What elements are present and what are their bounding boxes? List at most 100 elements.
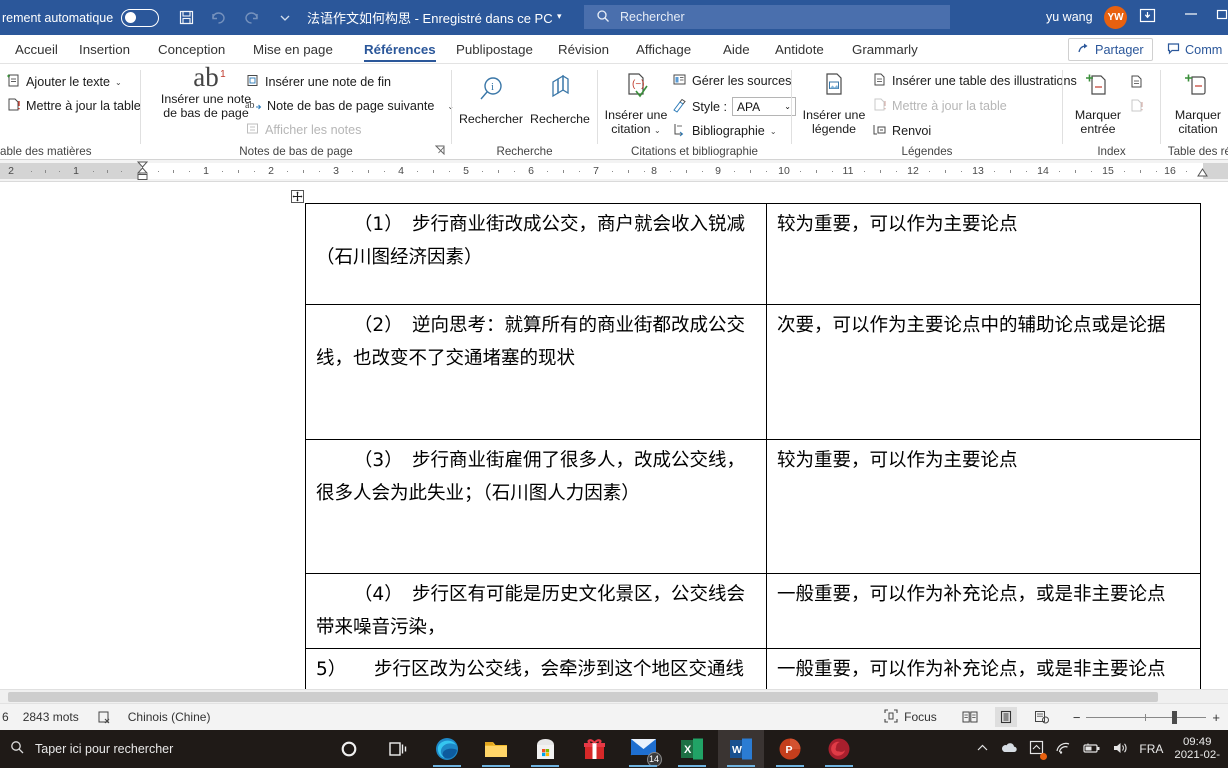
horizontal-scrollbar-thumb[interactable] xyxy=(8,692,1158,702)
tab-antidote[interactable]: Antidote xyxy=(768,35,831,64)
mark-entry-button[interactable]: Marquer entrée xyxy=(1069,72,1127,136)
page-indicator[interactable]: 6 xyxy=(2,710,9,724)
autosave-toggle[interactable] xyxy=(121,8,160,27)
table-cell-right[interactable]: 一般重要，可以作为补充论点，或是非主要论点 xyxy=(766,648,1201,689)
insert-citation-button[interactable]: (−) Insérer une citation ⌄ xyxy=(600,72,672,138)
document-page[interactable]: （1） 步行商业街改成公交，商户就会收入锐减（石川图经济因素） 较为重要，可以作… xyxy=(0,182,1228,689)
zoom-out-button[interactable]: − xyxy=(1073,710,1081,725)
update-index-button[interactable] xyxy=(1129,98,1144,116)
smart-lookup-button[interactable]: i Rechercher xyxy=(456,74,526,126)
table-row[interactable]: （2） 逆向思考：就算所有的商业街都改成公交线，也改变不了交通堵塞的现状 次要，… xyxy=(305,304,1201,440)
table-row[interactable]: （4） 步行区有可能是历史文化景区，公交线会带来噪音污染， 一般重要，可以作为补… xyxy=(305,573,1201,649)
cross-reference-button[interactable]: Renvoi xyxy=(872,122,931,140)
tab-grammarly[interactable]: Grammarly xyxy=(845,35,925,64)
battery-icon[interactable] xyxy=(1082,742,1101,757)
minimize-icon[interactable] xyxy=(1184,8,1198,23)
chevron-down-icon[interactable]: ⌄ xyxy=(654,126,661,135)
table-cell-right[interactable]: 较为重要，可以作为主要论点 xyxy=(766,439,1201,574)
restore-icon[interactable] xyxy=(1216,8,1228,23)
chevron-down-icon[interactable]: ⌄ xyxy=(115,78,122,87)
mail-icon[interactable]: 14 xyxy=(620,730,666,768)
table-move-handle-icon[interactable] xyxy=(291,190,304,203)
tab-mise-en-page[interactable]: Mise en page xyxy=(246,35,340,64)
insert-citation-label-2[interactable]: citation ⌄ xyxy=(611,122,660,138)
table-of-figures-button[interactable]: Insérer une table des illustrations xyxy=(872,72,1077,90)
footnotes-dialog-launcher[interactable] xyxy=(434,145,445,158)
avatar[interactable]: YW xyxy=(1104,6,1127,29)
table-cell-left[interactable]: （2） 逆向思考：就算所有的商业街都改成公交线，也改变不了交通堵塞的现状 xyxy=(305,304,767,440)
proofing-errors-icon[interactable] xyxy=(97,710,112,725)
ruler[interactable]: 2 1 1 2 3 4 5 6 7 8 9 10 11 12 13 14 15 … xyxy=(0,160,1228,182)
onedrive-icon[interactable] xyxy=(1000,742,1018,757)
save-icon[interactable] xyxy=(175,7,197,29)
read-mode-icon[interactable] xyxy=(959,707,981,727)
table-cell-left[interactable]: （1） 步行商业街改成公交，商户就会收入锐减（石川图经济因素） xyxy=(305,203,767,305)
antidote-icon[interactable] xyxy=(816,730,862,768)
share-button[interactable]: Partager xyxy=(1068,38,1153,61)
web-layout-icon[interactable] xyxy=(1031,707,1053,727)
show-hidden-icons-icon[interactable] xyxy=(976,742,989,756)
update-figures-table-button[interactable]: Mettre à jour la table xyxy=(872,97,1007,115)
next-footnote-button[interactable]: ab Note de bas de page suivante ⌄ xyxy=(245,97,454,115)
update-toc-button[interactable]: Mettre à jour la table xyxy=(6,97,141,115)
input-language-indicator[interactable]: FRA xyxy=(1139,742,1163,756)
focus-button[interactable]: Focus xyxy=(884,708,937,726)
table-cell-left[interactable]: （3） 步行商业街雇佣了很多人，改成公交线，很多人会为此失业；（石川图人力因素） xyxy=(305,439,767,574)
edge-icon[interactable] xyxy=(424,730,470,768)
ribbon-display-options-icon[interactable] xyxy=(1139,8,1156,26)
mark-citation-button[interactable]: Marquer citation xyxy=(1167,72,1228,136)
tab-insertion[interactable]: Insertion xyxy=(72,35,137,64)
tab-aide[interactable]: Aide xyxy=(716,35,757,64)
document-table[interactable]: （1） 步行商业街改成公交，商户就会收入锐减（石川图经济因素） 较为重要，可以作… xyxy=(305,203,1201,689)
notification-action-icon[interactable] xyxy=(1029,740,1048,760)
manage-sources-button[interactable]: Gérer les sources xyxy=(672,72,791,90)
chevron-down-icon[interactable]: ⌄ xyxy=(770,127,777,136)
insert-footnote-button[interactable]: ab 1 Insérer une note de bas de page xyxy=(156,64,256,121)
tab-publipostage[interactable]: Publipostage xyxy=(449,35,540,64)
zoom-in-button[interactable]: + xyxy=(1212,710,1220,725)
language-indicator[interactable]: Chinois (Chine) xyxy=(128,710,211,724)
table-cell-left[interactable]: （4） 步行区有可能是历史文化景区，公交线会带来噪音污染， xyxy=(305,573,767,649)
cortana-icon[interactable] xyxy=(326,730,372,768)
zoom-slider[interactable] xyxy=(1086,710,1207,724)
table-row[interactable]: （3） 步行商业街雇佣了很多人，改成公交线，很多人会为此失业；（石川图人力因素）… xyxy=(305,439,1201,574)
clock[interactable]: 09:49 2021-02- xyxy=(1174,736,1220,762)
powerpoint-icon[interactable]: P xyxy=(767,730,813,768)
task-view-icon[interactable] xyxy=(375,730,421,768)
document-canvas[interactable]: （1） 步行商业街改成公交，商户就会收入锐减（石川图经济因素） 较为重要，可以作… xyxy=(0,182,1228,689)
wifi-icon[interactable] xyxy=(1055,741,1071,757)
search-input[interactable]: Rechercher xyxy=(584,5,950,29)
word-icon[interactable]: W xyxy=(718,730,764,768)
right-indent-marker[interactable] xyxy=(1197,166,1208,181)
document-title-caret[interactable]: ▾ xyxy=(557,11,562,22)
add-text-button[interactable]: Ajouter le texte ⌄ xyxy=(6,73,122,91)
taskbar-search-box[interactable]: Taper ici pour rechercher xyxy=(0,730,320,768)
microsoft-store-icon[interactable] xyxy=(522,730,568,768)
undo-icon[interactable] xyxy=(208,7,230,29)
insert-caption-button[interactable]: Insérer une légende xyxy=(798,72,870,136)
citation-style-select[interactable]: APA ⌄ xyxy=(732,97,796,116)
first-line-indent-marker[interactable] xyxy=(136,161,149,181)
word-count[interactable]: 2843 mots xyxy=(23,710,79,724)
tab-references[interactable]: Références xyxy=(357,35,443,64)
tab-revision[interactable]: Révision xyxy=(551,35,616,64)
show-notes-button[interactable]: Afficher les notes xyxy=(245,121,361,139)
table-cell-right[interactable]: 一般重要，可以作为补充论点，或是非主要论点 xyxy=(766,573,1201,649)
tab-accueil[interactable]: Accueil xyxy=(8,35,65,64)
volume-icon[interactable] xyxy=(1112,741,1128,758)
table-cell-left[interactable]: 5） 步行区改为公交线，会牵涉到这个地区交通线路，变化太大；需要进一 xyxy=(305,648,767,689)
table-cell-right[interactable]: 较为重要，可以作为主要论点 xyxy=(766,203,1201,305)
user-name[interactable]: yu wang xyxy=(1046,10,1093,24)
table-cell-right[interactable]: 次要，可以作为主要论点中的辅助论点或是论据 xyxy=(766,304,1201,440)
insert-endnote-button[interactable]: Insérer une note de fin xyxy=(245,73,391,91)
customize-quick-access-icon[interactable] xyxy=(274,7,296,29)
tab-affichage[interactable]: Affichage xyxy=(629,35,698,64)
horizontal-scrollbar[interactable] xyxy=(0,689,1228,703)
table-row[interactable]: （1） 步行商业街改成公交，商户就会收入锐减（石川图经济因素） 较为重要，可以作… xyxy=(305,203,1201,305)
redo-icon[interactable] xyxy=(241,7,263,29)
researcher-button[interactable]: Recherche xyxy=(527,74,593,126)
gift-icon[interactable] xyxy=(571,730,617,768)
zoom-slider-thumb[interactable] xyxy=(1172,710,1178,724)
bibliography-button[interactable]: Bibliographie ⌄ xyxy=(672,122,777,140)
print-layout-icon[interactable] xyxy=(994,707,1017,727)
